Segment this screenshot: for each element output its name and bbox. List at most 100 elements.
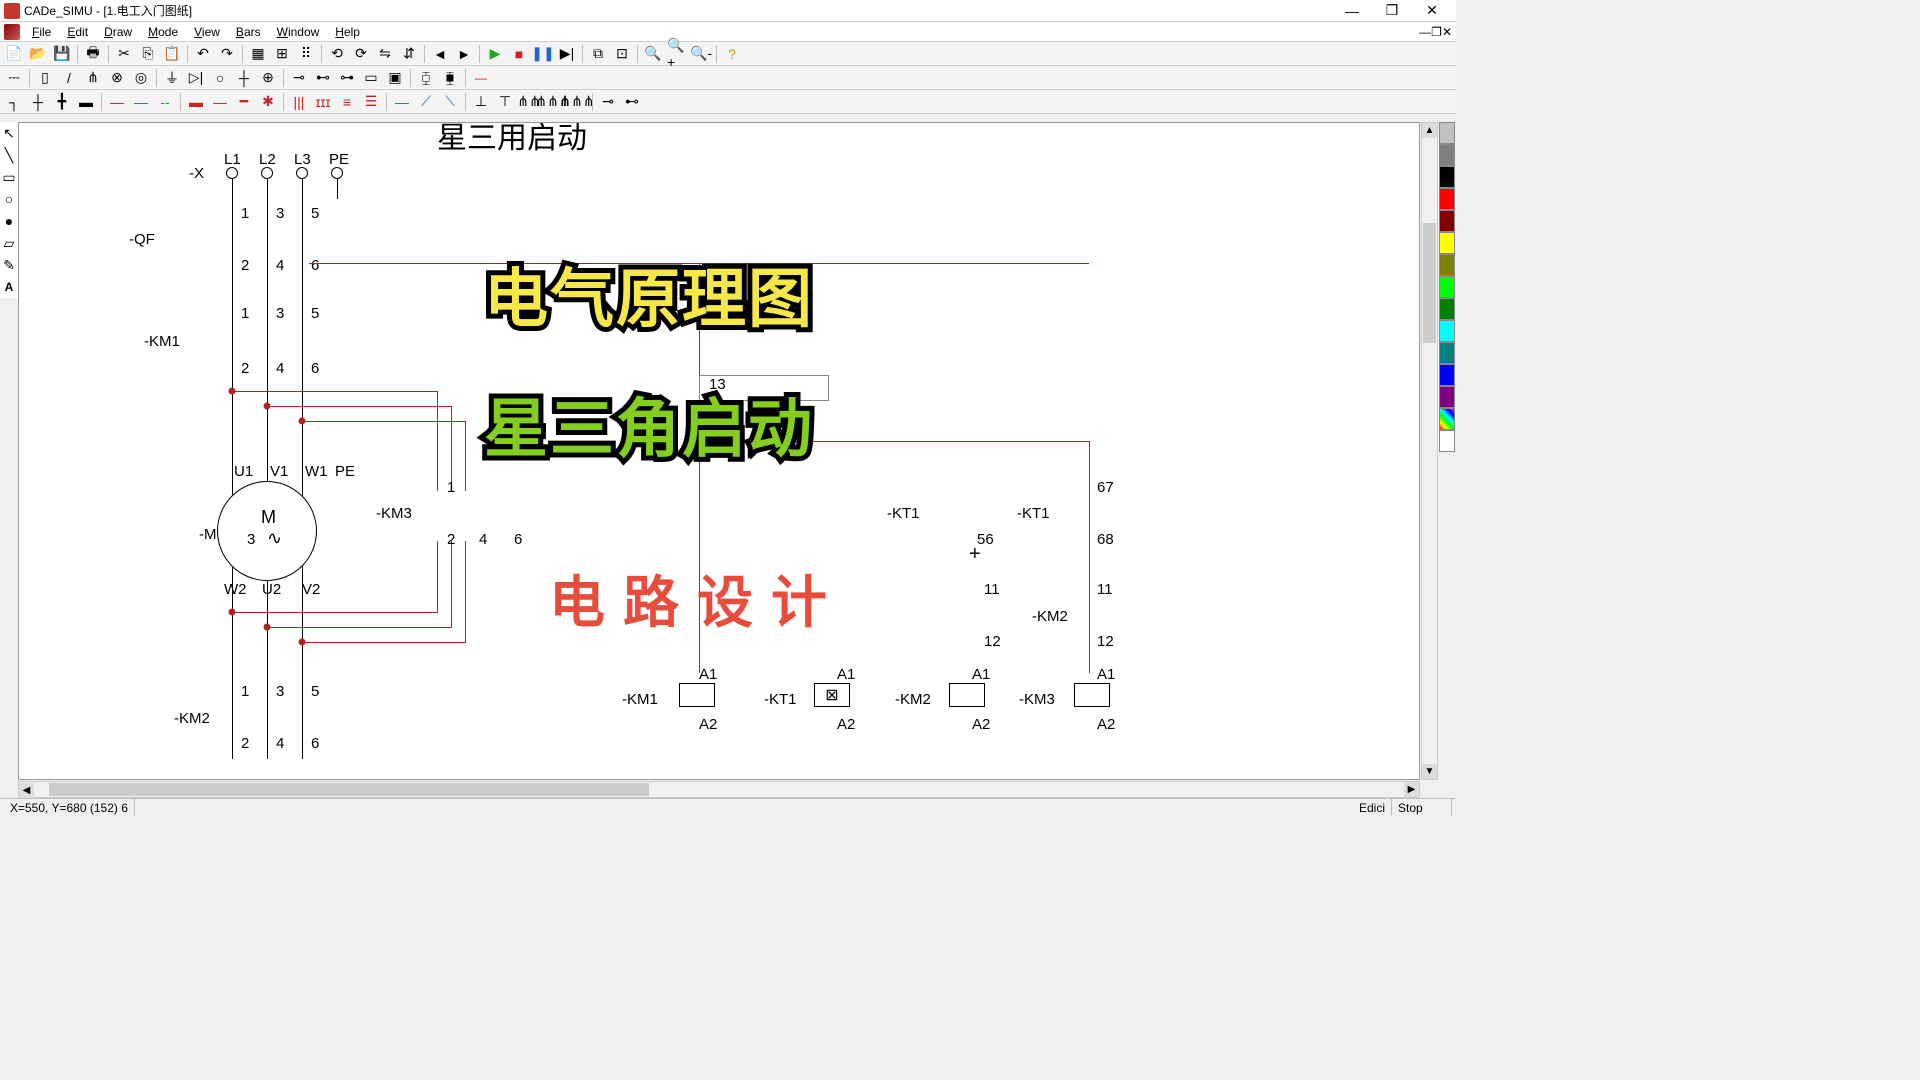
breaker-1p-icon[interactable]: ⎓ <box>3 67 25 89</box>
scroll-up-icon[interactable]: ▲ <box>1422 123 1437 138</box>
display-icon[interactable]: ⧮ <box>415 67 437 89</box>
play-button[interactable]: ▶ <box>484 43 506 65</box>
color-blue[interactable] <box>1439 364 1455 386</box>
color-red[interactable] <box>1439 188 1455 210</box>
bus-3s-icon[interactable]: ɪɪɪ <box>312 91 334 113</box>
pause-button[interactable]: ❚❚ <box>532 43 554 65</box>
link-close-icon[interactable]: ⊷ <box>621 91 643 113</box>
flip-v-icon[interactable]: ⇵ <box>398 43 420 65</box>
line-blue-icon[interactable]: — <box>130 91 152 113</box>
mdi-close-button[interactable]: ✕ <box>1442 25 1452 39</box>
conn-2-icon[interactable]: ⟋ <box>415 91 437 113</box>
canvas[interactable]: 星三用启动 L1 L2 L3 PE -X -QF 1 3 5 2 4 6 -KM… <box>18 122 1420 780</box>
contact-no-icon[interactable]: ⊥ <box>470 91 492 113</box>
mdi-minimize-button[interactable]: — <box>1419 25 1431 39</box>
dots-grid-icon[interactable]: ⠿ <box>295 43 317 65</box>
line-thick3-icon[interactable]: ━ <box>233 91 255 113</box>
color-yellow[interactable] <box>1439 232 1455 254</box>
rect-tool[interactable]: ▭ <box>0 166 18 188</box>
cut-button[interactable]: ✂ <box>113 43 135 65</box>
scroll-down-icon[interactable]: ▼ <box>1422 764 1437 779</box>
diode-icon[interactable]: ▷| <box>185 67 207 89</box>
zoom-in-button[interactable]: 🔍+ <box>666 43 688 65</box>
disconnect-icon[interactable]: / <box>58 67 80 89</box>
menu-view[interactable]: View <box>186 23 228 41</box>
color-maroon[interactable] <box>1439 210 1455 232</box>
junction-icon[interactable]: ┼ <box>233 67 255 89</box>
contact-nc-icon[interactable]: ⊤ <box>494 91 516 113</box>
close-button[interactable]: ✕ <box>1412 1 1452 21</box>
color-lime[interactable] <box>1439 276 1455 298</box>
bus-4s-icon[interactable]: ☰ <box>360 91 382 113</box>
ground-icon[interactable]: ⏚ <box>161 67 183 89</box>
save-button[interactable]: 💾 <box>51 43 73 65</box>
coil-set-icon[interactable]: ⋔⋔⋔ <box>566 91 588 113</box>
terminal-icon[interactable]: ○ <box>209 67 231 89</box>
snap-button[interactable]: ⊞ <box>271 43 293 65</box>
prev-page-icon[interactable]: ◄ <box>429 43 451 65</box>
box-component-icon[interactable]: ▭ <box>360 67 382 89</box>
ellipse-tool[interactable]: ○ <box>0 188 18 210</box>
menu-window[interactable]: Window <box>269 23 328 41</box>
fuse-icon[interactable]: ▯ <box>34 67 56 89</box>
conn-3-icon[interactable]: ⟍ <box>439 91 461 113</box>
bus-4-icon[interactable]: ≡ <box>336 91 358 113</box>
flip-h-icon[interactable]: ⇋ <box>374 43 396 65</box>
zoom-fit-button[interactable]: 🔍 <box>642 43 664 65</box>
wire-red-icon[interactable]: — <box>470 67 492 89</box>
vertical-scrollbar[interactable]: ▲ ▼ <box>1421 122 1438 780</box>
wire-bold-icon[interactable]: ▬ <box>75 91 97 113</box>
bus-3-icon[interactable]: ||| <box>288 91 310 113</box>
menu-draw[interactable]: Draw <box>96 23 140 41</box>
counter-icon[interactable]: ⧯ <box>439 67 461 89</box>
redo-button[interactable]: ↷ <box>216 43 238 65</box>
menu-mode[interactable]: Mode <box>140 23 186 41</box>
menu-help[interactable]: Help <box>327 23 368 41</box>
color-purple[interactable] <box>1439 386 1455 408</box>
document-icon[interactable] <box>4 24 20 40</box>
help-button[interactable]: ? <box>721 43 743 65</box>
color-olive[interactable] <box>1439 254 1455 276</box>
color-teal[interactable] <box>1439 342 1455 364</box>
line-red-icon[interactable]: — <box>106 91 128 113</box>
step-button[interactable]: ▶| <box>556 43 578 65</box>
copy-button[interactable]: ⎘ <box>137 43 159 65</box>
select-tool[interactable]: ↖ <box>0 122 18 144</box>
line-thick2-icon[interactable]: — <box>209 91 231 113</box>
line-tool[interactable]: ╲ <box>0 144 18 166</box>
next-page-icon[interactable]: ► <box>453 43 475 65</box>
scroll-left-icon[interactable]: ◀ <box>19 783 34 798</box>
zoom-out-button[interactable]: 🔍- <box>690 43 712 65</box>
line-star-icon[interactable]: ✱ <box>257 91 279 113</box>
contactor-3p-icon[interactable]: ⋔ <box>82 67 104 89</box>
menu-bars[interactable]: Bars <box>228 23 269 41</box>
scroll-thumb-h[interactable] <box>49 783 649 796</box>
line-thick1-icon[interactable]: ▬ <box>185 91 207 113</box>
zoom-area-icon[interactable]: ⊡ <box>611 43 633 65</box>
color-green[interactable] <box>1439 298 1455 320</box>
scroll-right-icon[interactable]: ▶ <box>1404 782 1419 797</box>
pushbutton-icon[interactable]: ⊷ <box>312 67 334 89</box>
color-black[interactable] <box>1439 166 1455 188</box>
menu-edit[interactable]: Edit <box>59 23 96 41</box>
color-white[interactable] <box>1439 430 1455 452</box>
window-fit-icon[interactable]: ⧉ <box>587 43 609 65</box>
motor-protect-icon[interactable]: ◎ <box>130 67 152 89</box>
switch-icon[interactable]: ⊸ <box>288 67 310 89</box>
paste-button[interactable]: 📋 <box>161 43 183 65</box>
line-green-icon[interactable]: -- <box>154 91 176 113</box>
transformer-icon[interactable]: ▣ <box>384 67 406 89</box>
wire-tee-icon[interactable]: ╋ <box>51 91 73 113</box>
wire-corner-icon[interactable]: ┐ <box>3 91 25 113</box>
text-tool[interactable]: A <box>0 276 18 298</box>
horizontal-scrollbar[interactable]: ◀ ▶ <box>18 781 1420 798</box>
color-gray-light[interactable] <box>1439 122 1455 144</box>
menu-file[interactable]: File <box>24 23 59 41</box>
maximize-button[interactable]: ❐ <box>1372 1 1412 21</box>
conn-1-icon[interactable]: — <box>391 91 413 113</box>
color-cyan[interactable] <box>1439 320 1455 342</box>
color-gray[interactable] <box>1439 144 1455 166</box>
grid-button[interactable]: ▦ <box>247 43 269 65</box>
print-button[interactable]: 🖶 <box>82 43 104 65</box>
color-rainbow[interactable] <box>1439 408 1455 430</box>
